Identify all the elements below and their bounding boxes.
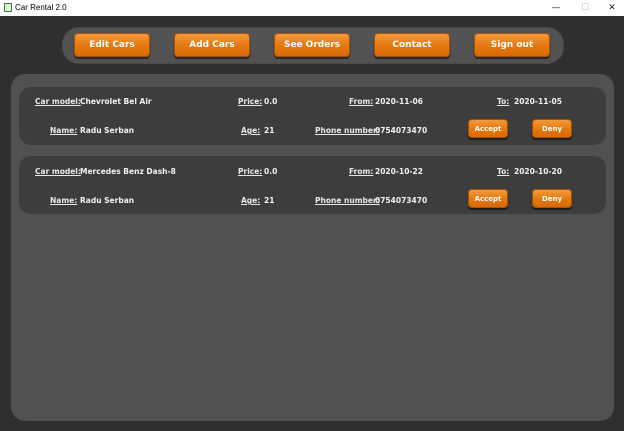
name-value: Radu Serban: [80, 126, 135, 135]
nav-bar: Edit Cars Add Cars See Orders Contact Si…: [62, 27, 564, 64]
maximize-button[interactable]: ☐: [571, 0, 599, 16]
age-label: Age:: [241, 196, 261, 205]
phone-value: 0754073470: [375, 126, 428, 135]
to-date-value: 2020-10-20: [514, 167, 562, 176]
car-model-label: Car model:: [35, 167, 81, 176]
close-button[interactable]: ✕: [598, 0, 624, 16]
to-label: To:: [497, 167, 510, 176]
edit-cars-button[interactable]: Edit Cars: [74, 33, 150, 57]
sign-out-button[interactable]: Sign out: [474, 33, 550, 57]
see-orders-button[interactable]: See Orders: [274, 33, 350, 57]
to-label: To:: [497, 97, 510, 106]
deny-button[interactable]: Deny: [532, 119, 572, 138]
age-value: 21: [264, 196, 275, 205]
price-value: 0.0: [264, 97, 278, 106]
name-value: Radu Serban: [80, 196, 135, 205]
phone-label: Phone number:: [315, 196, 380, 205]
deny-button[interactable]: Deny: [532, 189, 572, 208]
car-model-value: Chevrolet Bel Air: [80, 97, 152, 106]
car-model-value: Mercedes Benz Dash-8: [80, 167, 176, 176]
title-bar: Car Rental 2.0 — ☐ ✕: [0, 0, 624, 16]
from-label: From:: [349, 97, 374, 106]
price-label: Price:: [238, 167, 263, 176]
from-date-value: 2020-11-06: [375, 97, 423, 106]
phone-value: 0754073470: [375, 196, 428, 205]
add-cars-button[interactable]: Add Cars: [174, 33, 250, 57]
app-icon: [4, 3, 12, 12]
name-label: Name:: [50, 126, 78, 135]
age-value: 21: [264, 126, 275, 135]
car-model-label: Car model:: [35, 97, 81, 106]
from-date-value: 2020-10-22: [375, 167, 423, 176]
age-label: Age:: [241, 126, 261, 135]
order-card: Car model: Mercedes Benz Dash-8 Price: 0…: [19, 156, 606, 214]
contact-button[interactable]: Contact: [374, 33, 450, 57]
accept-button[interactable]: Accept: [468, 119, 508, 138]
window-title: Car Rental 2.0: [15, 3, 67, 12]
accept-button[interactable]: Accept: [468, 189, 508, 208]
from-label: From:: [349, 167, 374, 176]
to-date-value: 2020-11-05: [514, 97, 562, 106]
name-label: Name:: [50, 196, 78, 205]
phone-label: Phone number:: [315, 126, 380, 135]
minimize-button[interactable]: —: [542, 0, 570, 16]
price-value: 0.0: [264, 167, 278, 176]
order-card: Car model: Chevrolet Bel Air Price: 0.0 …: [19, 87, 606, 145]
price-label: Price:: [238, 97, 263, 106]
